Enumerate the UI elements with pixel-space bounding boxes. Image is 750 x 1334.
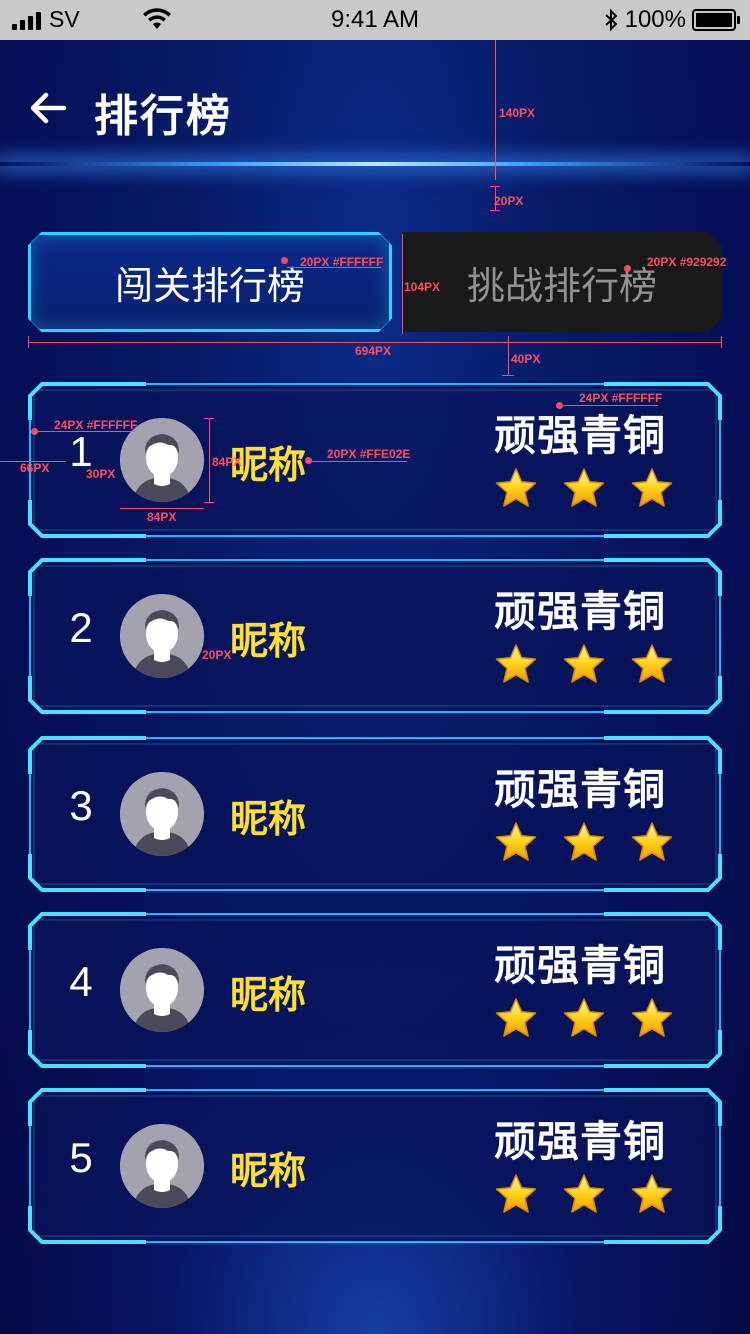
star-icon: [563, 822, 605, 861]
status-bar: SV 9:41 AM 100%: [0, 0, 750, 40]
anno-left-margin: 66PX: [20, 461, 50, 475]
user-avatar-icon: [120, 948, 204, 1032]
rank-number: 4: [69, 958, 93, 1005]
anno-tab-height: 104PX: [404, 280, 441, 294]
anno-tab-inactive-text: 20PX #929292: [647, 255, 727, 269]
star-icon: [495, 998, 537, 1037]
anno-title-text: 24PX #FFFFFF: [579, 391, 663, 405]
anno-line-tab-gap: [508, 336, 509, 376]
bluetooth-icon: [604, 8, 618, 32]
star-rating: [494, 466, 674, 510]
star-rating: [494, 642, 674, 686]
ranking-card[interactable]: 3 昵称 顽强青铜: [26, 734, 724, 894]
rank-title: 顽强青铜: [494, 411, 667, 460]
star-icon: [631, 644, 673, 683]
rank-number: 3: [69, 782, 93, 829]
anno-line-avatar-height: [209, 418, 210, 502]
anno-tab-gap: 40PX: [511, 352, 541, 366]
star-icon: [631, 1174, 673, 1213]
anno-dot-tab-inactive: [624, 265, 631, 272]
star-icon: [495, 644, 537, 683]
anno-tab-active-text: 20PX #FFFFFF: [300, 255, 384, 269]
anno-line-tab-width: [28, 342, 722, 343]
nickname: 昵称: [230, 443, 307, 487]
nickname: 昵称: [230, 797, 307, 841]
star-icon: [631, 998, 673, 1037]
back-arrow-icon[interactable]: [28, 88, 68, 128]
anno-nickname-gap: 20PX: [202, 648, 232, 662]
anno-line-avatar-width: [120, 508, 204, 509]
tab-challenge-ranking[interactable]: 挑战排行榜: [402, 232, 722, 332]
user-avatar-icon: [120, 772, 204, 856]
star-icon: [495, 822, 537, 861]
rank-title: 顽强青铜: [494, 587, 667, 636]
rank-number: 2: [69, 604, 93, 651]
user-avatar-icon: [120, 1124, 204, 1208]
star-rating: [494, 1172, 674, 1216]
nickname: 昵称: [230, 1149, 307, 1193]
anno-tick-avatar-bottom: [204, 502, 214, 503]
nickname: 昵称: [230, 973, 307, 1017]
avatar: [120, 594, 204, 678]
header-glow-line: [0, 162, 750, 166]
nickname: 昵称: [230, 619, 307, 663]
avatar: [120, 772, 204, 856]
anno-dot-tab-active: [281, 257, 288, 264]
rank-title: 顽强青铜: [494, 1117, 667, 1166]
tab-level-ranking[interactable]: 闯关排行榜: [28, 232, 392, 332]
tab-level-ranking-label: 闯关排行榜: [114, 263, 305, 308]
avatar: [120, 1124, 204, 1208]
ranking-card[interactable]: 5 昵称 顽强青铜: [26, 1086, 724, 1246]
anno-avatar-width: 84PX: [147, 510, 177, 524]
star-rating: [494, 820, 674, 864]
rank-title: 顽强青铜: [494, 765, 667, 814]
star-icon: [563, 998, 605, 1037]
anno-rank-text: 24PX #FFFFFF: [54, 418, 138, 432]
anno-avatar-height: 84PX: [212, 455, 242, 469]
anno-header-height: 140PX: [499, 106, 536, 120]
star-icon: [563, 644, 605, 683]
user-avatar-icon: [120, 594, 204, 678]
tab-challenge-ranking-label: 挑战排行榜: [466, 263, 657, 308]
star-icon: [495, 468, 537, 507]
star-icon: [631, 468, 673, 507]
ranking-card[interactable]: 4 昵称 顽强青铜: [26, 910, 724, 1070]
ranking-card[interactable]: 2 昵称 顽强青铜: [26, 556, 724, 716]
anno-line-tab-height: [402, 234, 403, 334]
avatar: [120, 948, 204, 1032]
anno-line-header: [495, 40, 496, 180]
anno-underline-nickname: [311, 461, 407, 462]
anno-rank-gap: 30PX: [86, 467, 116, 481]
anno-nickname-text: 20PX #FFE02E: [327, 447, 411, 461]
anno-tab-width: 694PX: [355, 344, 392, 358]
star-icon: [563, 1174, 605, 1213]
battery-icon: [692, 9, 740, 31]
star-rating: [494, 996, 674, 1040]
rank-number: 5: [69, 1134, 93, 1181]
anno-tick-tab-gap: [502, 375, 514, 376]
rank-title: 顽强青铜: [494, 941, 667, 990]
anno-tick-right: [721, 336, 722, 348]
star-icon: [631, 822, 673, 861]
anno-header-gap: 20PX: [494, 194, 524, 208]
anno-underline-title: [562, 405, 658, 406]
page-title: 排行榜: [94, 91, 232, 142]
star-icon: [495, 1174, 537, 1213]
star-icon: [563, 468, 605, 507]
battery-group: 100%: [603, 6, 740, 34]
battery-percent: 100%: [624, 6, 686, 33]
anno-line-gap-bottom: [490, 210, 500, 211]
anno-tick-avatar-top: [204, 418, 214, 419]
anno-tick-left: [28, 336, 29, 348]
